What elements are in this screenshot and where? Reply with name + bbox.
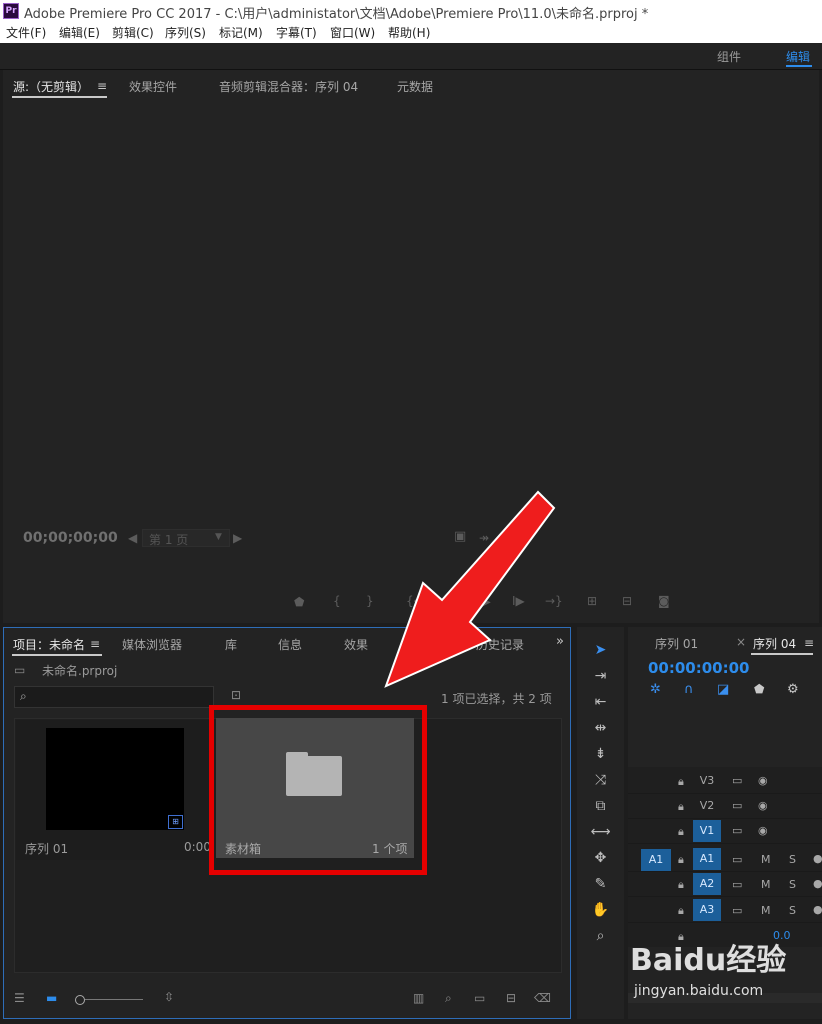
watermark-brand: Baidu经验 (630, 943, 787, 978)
watermark-url: jingyan.baidu.com (634, 983, 764, 999)
highlight-box (209, 705, 427, 875)
watermark: Baidu经验 jingyan.baidu.com (630, 935, 822, 1005)
